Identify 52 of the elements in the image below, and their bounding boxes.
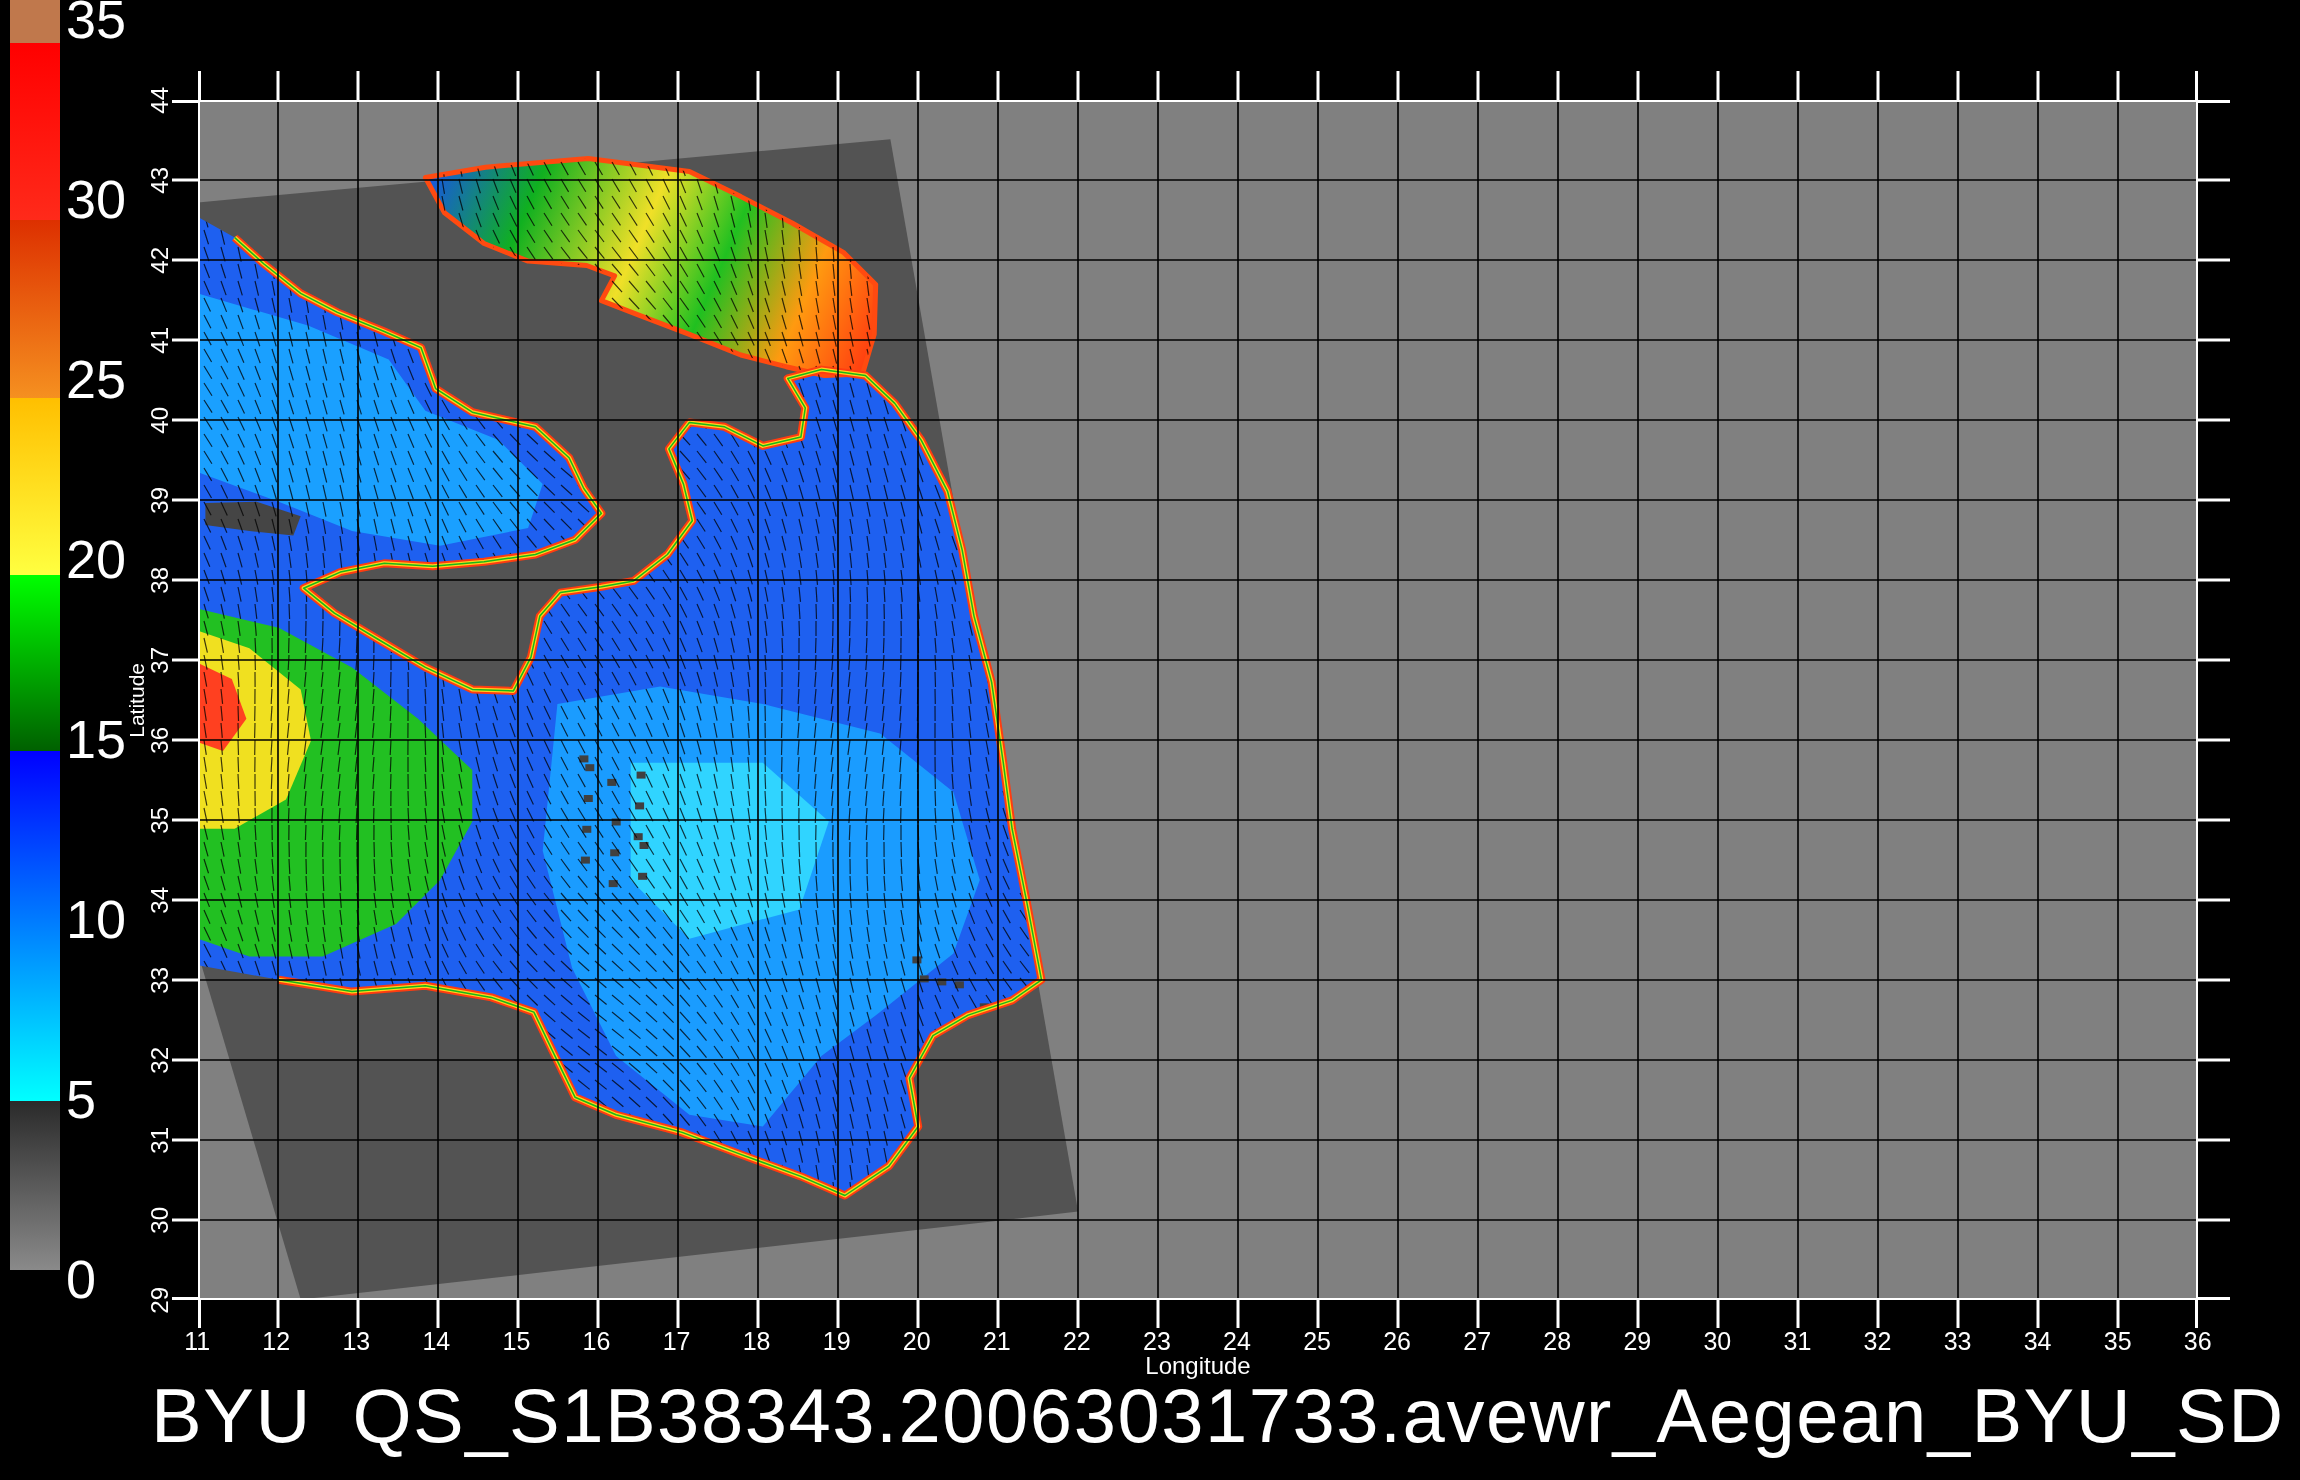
tick-label: 22 [1062,1328,1091,1354]
tick-label: 33 [1943,1328,1972,1354]
tick-label: 41 [148,326,172,354]
axis-title: Latitude [126,662,148,738]
tick-label: 29 [148,1286,172,1314]
tick-label: 36 [148,726,172,754]
tick-label: 35 [148,806,172,834]
tick-label: 29 [1623,1328,1652,1354]
scale-tick-label: 15 [66,709,126,769]
tick-label: 13 [342,1328,371,1354]
tick-label: 28 [1543,1328,1572,1354]
tick-label: 11 [184,1328,211,1354]
tick-label: 26 [1383,1328,1411,1354]
tick-label: 33 [148,966,172,994]
tick-label: 23 [1143,1328,1171,1354]
tick-label: 32 [1863,1328,1892,1354]
scale-tick-label: 30 [66,169,126,229]
tick-label: 19 [822,1328,851,1354]
tick-label: 21 [982,1328,1011,1354]
tick-label: 20 [902,1328,931,1354]
tick-label: 40 [148,406,172,434]
tick-label: 24 [1223,1328,1251,1354]
tick-label: 31 [148,1126,172,1154]
scale-tick-label: 20 [66,529,126,589]
tick-label: 12 [262,1328,291,1354]
tick-label: 37 [148,646,172,674]
tick-label: 30 [148,1206,172,1234]
tick-label: 34 [2023,1328,2052,1354]
scale-tick-label: 35 [66,0,126,49]
tick-label: 15 [502,1328,531,1354]
tick-label: 43 [148,166,172,194]
tick-label: 30 [1703,1328,1732,1354]
tick-label: 17 [662,1328,691,1354]
tick-label: 14 [422,1328,451,1354]
tick-label: 27 [1463,1328,1492,1354]
tick-label: 44 [148,86,172,114]
tick-label: 36 [2183,1328,2212,1354]
tick-label: 42 [148,246,172,274]
tick-label: 34 [148,886,172,914]
tick-label: 31 [1783,1328,1812,1354]
tick-label: 25 [1303,1328,1331,1354]
scale-tick-label: 5 [66,1069,98,1129]
axis-title: Longitude [1145,1354,1251,1378]
tick-label: 16 [582,1328,611,1354]
tick-label: 35 [2103,1328,2132,1354]
tick-label: 32 [148,1046,172,1074]
scale-tick-label: 10 [66,889,126,949]
tick-label: 18 [742,1328,771,1354]
tick-label: 38 [148,566,172,594]
scale-tick-label: 25 [66,349,126,409]
tick-label: 39 [148,486,172,514]
scale-tick-label: 0 [66,1249,98,1309]
